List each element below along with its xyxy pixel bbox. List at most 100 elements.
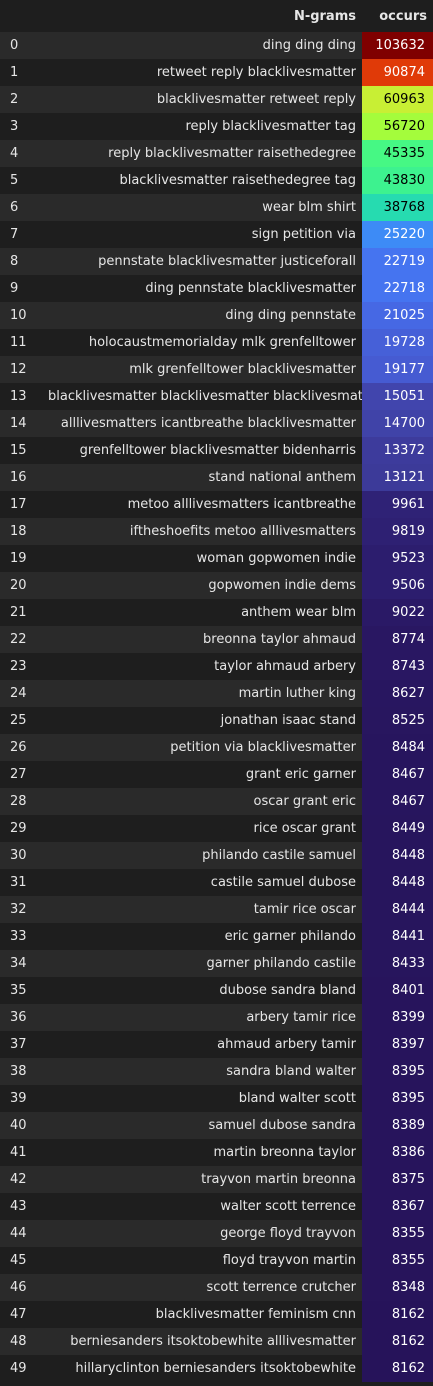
table-row: 17 metoo alllivesmatters icantbreathe 9961 xyxy=(0,491,433,518)
ngram-cell: alllivesmatters icantbreathe blacklivesm… xyxy=(42,410,362,437)
ngram-cell: tamir rice oscar xyxy=(42,896,362,923)
occurs-cell: 103632 xyxy=(362,32,433,59)
row-index: 39 xyxy=(0,1085,42,1112)
occurs-cell: 8389 xyxy=(362,1112,433,1139)
row-index: 24 xyxy=(0,680,42,707)
row-index: 8 xyxy=(0,248,42,275)
row-index: 10 xyxy=(0,302,42,329)
ngram-cell: castile samuel dubose xyxy=(42,869,362,896)
ngram-cell: petition via blacklivesmatter xyxy=(42,734,362,761)
row-index: 19 xyxy=(0,545,42,572)
ngram-cell: ahmaud arbery tamir xyxy=(42,1031,362,1058)
row-index: 37 xyxy=(0,1031,42,1058)
table-row: 15 grenfelltower blacklivesmatter bidenha… xyxy=(0,437,433,464)
ngram-cell: dubose sandra bland xyxy=(42,977,362,1004)
ngram-table: N-grams occurs 0 ding ding ding 103632 1 ret… xyxy=(0,0,433,1382)
table-row: 19 woman gopwomen indie 9523 xyxy=(0,545,433,572)
occurs-cell: 8774 xyxy=(362,626,433,653)
table-row: 48 berniesanders itsoktobewhite alllivesm… xyxy=(0,1328,433,1355)
table-row: 35 dubose sandra bland 8401 xyxy=(0,977,433,1004)
ngram-cell: arbery tamir rice xyxy=(42,1004,362,1031)
table-row: 27 grant eric garner 8467 xyxy=(0,761,433,788)
occurs-cell: 8401 xyxy=(362,977,433,1004)
occurs-cell: 8525 xyxy=(362,707,433,734)
table-row: 33 eric garner philando 8441 xyxy=(0,923,433,950)
ngram-cell: anthem wear blm xyxy=(42,599,362,626)
row-index: 26 xyxy=(0,734,42,761)
table-row: 39 bland walter scott 8395 xyxy=(0,1085,433,1112)
table-row: 20 gopwomen indie dems 9506 xyxy=(0,572,433,599)
occurs-cell: 8375 xyxy=(362,1166,433,1193)
table-row: 1 retweet reply blacklivesmatter 90874 xyxy=(0,59,433,86)
row-index: 14 xyxy=(0,410,42,437)
row-index: 47 xyxy=(0,1301,42,1328)
row-index: 29 xyxy=(0,815,42,842)
occurs-cell: 22718 xyxy=(362,275,433,302)
row-index: 25 xyxy=(0,707,42,734)
ngram-cell: retweet reply blacklivesmatter xyxy=(42,59,362,86)
row-index: 6 xyxy=(0,194,42,221)
occurs-cell: 8467 xyxy=(362,788,433,815)
table-row: 29 rice oscar grant 8449 xyxy=(0,815,433,842)
row-index: 16 xyxy=(0,464,42,491)
ngram-cell: taylor ahmaud arbery xyxy=(42,653,362,680)
ngram-cell: eric garner philando xyxy=(42,923,362,950)
ngram-cell: scott terrence crutcher xyxy=(42,1274,362,1301)
occurs-cell: 21025 xyxy=(362,302,433,329)
occurs-cell: 8162 xyxy=(362,1328,433,1355)
row-index: 33 xyxy=(0,923,42,950)
row-index: 31 xyxy=(0,869,42,896)
ngram-cell: garner philando castile xyxy=(42,950,362,977)
table-row: 9 ding pennstate blacklivesmatter 22718 xyxy=(0,275,433,302)
occurs-cell: 8627 xyxy=(362,680,433,707)
row-index: 44 xyxy=(0,1220,42,1247)
ngram-cell: blacklivesmatter retweet reply xyxy=(42,86,362,113)
table-row: 47 blacklivesmatter feminism cnn 8162 xyxy=(0,1301,433,1328)
occurs-cell: 13121 xyxy=(362,464,433,491)
table-row: 25 jonathan isaac stand 8525 xyxy=(0,707,433,734)
occurs-cell: 8399 xyxy=(362,1004,433,1031)
ngram-cell: breonna taylor ahmaud xyxy=(42,626,362,653)
row-index: 32 xyxy=(0,896,42,923)
occurs-cell: 90874 xyxy=(362,59,433,86)
row-index: 46 xyxy=(0,1274,42,1301)
occurs-cell: 8162 xyxy=(362,1301,433,1328)
occurs-cell: 22719 xyxy=(362,248,433,275)
header-ngrams: N-grams xyxy=(42,0,362,32)
ngram-cell: hillaryclinton berniesanders itsoktobewh… xyxy=(42,1355,362,1382)
row-index: 11 xyxy=(0,329,42,356)
table-row: 24 martin luther king 8627 xyxy=(0,680,433,707)
table-row: 43 walter scott terrence 8367 xyxy=(0,1193,433,1220)
ngram-cell: sign petition via xyxy=(42,221,362,248)
occurs-cell: 9506 xyxy=(362,572,433,599)
ngram-cell: sandra bland walter xyxy=(42,1058,362,1085)
ngram-cell: philando castile samuel xyxy=(42,842,362,869)
row-index: 9 xyxy=(0,275,42,302)
occurs-cell: 8448 xyxy=(362,842,433,869)
occurs-cell: 43830 xyxy=(362,167,433,194)
table-row: 0 ding ding ding 103632 xyxy=(0,32,433,59)
table-row: 16 stand national anthem 13121 xyxy=(0,464,433,491)
ngram-cell: george floyd trayvon xyxy=(42,1220,362,1247)
table-row: 28 oscar grant eric 8467 xyxy=(0,788,433,815)
table-row: 42 trayvon martin breonna 8375 xyxy=(0,1166,433,1193)
ngram-cell: pennstate blacklivesmatter justiceforall xyxy=(42,248,362,275)
ngram-cell: mlk grenfelltower blacklivesmatter xyxy=(42,356,362,383)
table-row: 13 blacklivesmatter blacklivesmatter blac… xyxy=(0,383,433,410)
table-row: 40 samuel dubose sandra 8389 xyxy=(0,1112,433,1139)
header-row: N-grams occurs xyxy=(0,0,433,32)
table-row: 36 arbery tamir rice 8399 xyxy=(0,1004,433,1031)
occurs-cell: 9819 xyxy=(362,518,433,545)
row-index: 3 xyxy=(0,113,42,140)
occurs-cell: 8449 xyxy=(362,815,433,842)
ngram-cell: rice oscar grant xyxy=(42,815,362,842)
ngram-cell: bland walter scott xyxy=(42,1085,362,1112)
ngram-cell: reply blacklivesmatter raisethedegree xyxy=(42,140,362,167)
occurs-cell: 8395 xyxy=(362,1085,433,1112)
occurs-cell: 8395 xyxy=(362,1058,433,1085)
table-row: 37 ahmaud arbery tamir 8397 xyxy=(0,1031,433,1058)
occurs-cell: 56720 xyxy=(362,113,433,140)
row-index: 41 xyxy=(0,1139,42,1166)
header-index xyxy=(0,0,42,32)
ngram-cell: holocaustmemorialday mlk grenfelltower xyxy=(42,329,362,356)
